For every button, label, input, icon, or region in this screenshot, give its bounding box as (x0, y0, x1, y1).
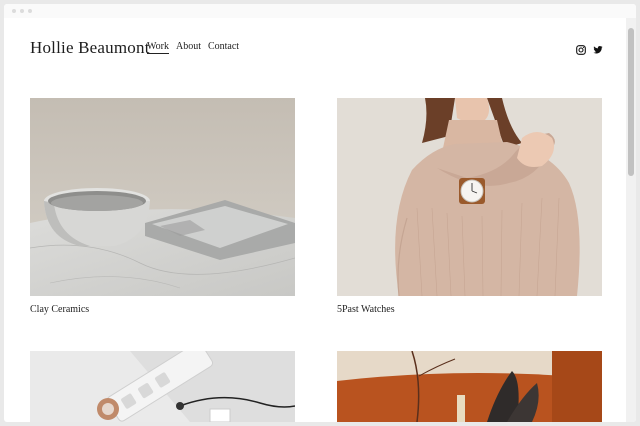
social-links (576, 42, 603, 55)
scroll-down-arrow-icon[interactable] (628, 414, 634, 420)
scrollbar[interactable] (626, 18, 636, 422)
twitter-icon[interactable] (593, 42, 603, 54)
project-image-ceramic-bowl[interactable] (30, 98, 295, 296)
nav-work[interactable]: Work (147, 41, 169, 54)
main-nav: Work About Contact (147, 41, 239, 54)
browser-window: Hollie Beaumont Work About Contact Clay … (4, 4, 636, 422)
project-caption[interactable]: Clay Ceramics (30, 304, 89, 315)
project-image-watch[interactable] (337, 98, 602, 296)
project-caption[interactable]: 5Past Watches (337, 304, 395, 315)
site-title[interactable]: Hollie Beaumont (30, 38, 150, 58)
nav-about[interactable]: About (176, 41, 201, 54)
scrollbar-thumb[interactable] (628, 28, 634, 176)
scroll-up-arrow-icon[interactable] (628, 20, 634, 32)
instagram-icon[interactable] (576, 42, 586, 55)
project-image-power-strip[interactable] (30, 351, 295, 422)
project-image-still-life[interactable] (337, 351, 602, 422)
window-control-dot[interactable] (28, 9, 32, 13)
window-control-dot[interactable] (20, 9, 24, 13)
window-control-dot[interactable] (12, 9, 16, 13)
window-titlebar (4, 4, 636, 18)
nav-contact[interactable]: Contact (208, 41, 239, 54)
